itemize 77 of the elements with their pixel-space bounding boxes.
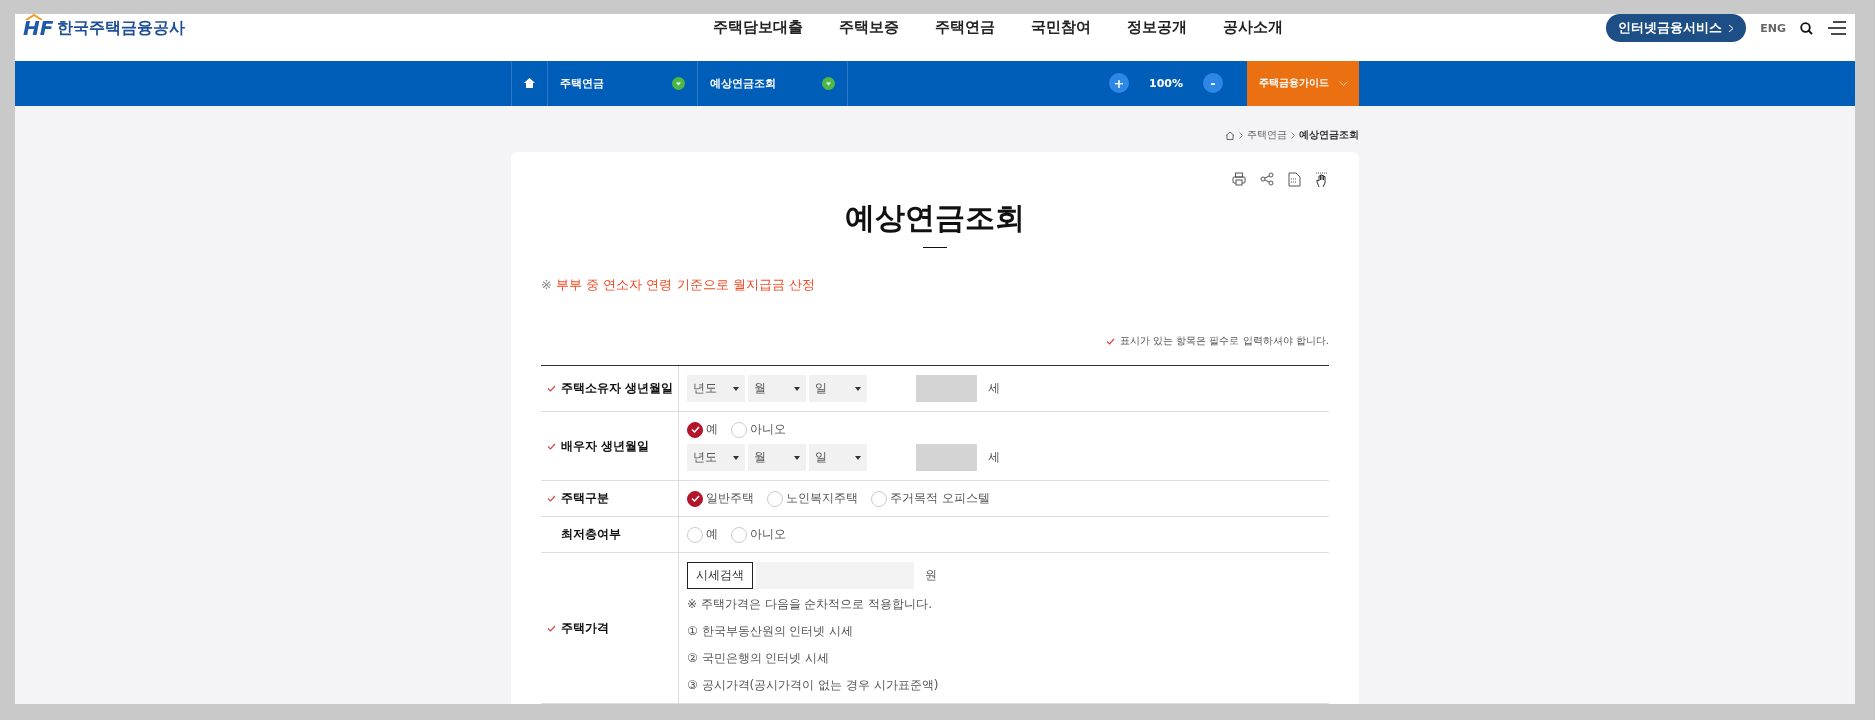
search-price-button[interactable]: 시세검색: [687, 562, 753, 589]
chevron-icon: [1291, 131, 1295, 139]
zoom-in-button[interactable]: +: [1109, 73, 1129, 94]
select-field[interactable]: 년도: [687, 444, 745, 471]
check-icon: [1105, 337, 1115, 345]
share-icon[interactable]: [1260, 172, 1274, 186]
search-icon[interactable]: [1800, 21, 1813, 35]
field-label: 주택가격: [561, 619, 609, 637]
price-note: ② 국민은행의 인터넷 시세: [687, 650, 831, 667]
home-icon[interactable]: [524, 78, 535, 89]
logo-text[interactable]: 한국주택금융공사: [57, 17, 186, 39]
radio-button[interactable]: [687, 421, 703, 438]
chevron-icon: [1239, 131, 1243, 139]
logo-mark[interactable]: HF: [23, 16, 54, 40]
nav-link[interactable]: 주택담보대출: [713, 18, 803, 37]
check-icon: [690, 495, 700, 502]
print-icon[interactable]: [1232, 172, 1246, 186]
page-title: 예상연금조회: [844, 199, 1026, 237]
caret-icon: [733, 386, 739, 391]
check-icon: [547, 442, 556, 450]
radio-label[interactable]: 노인복지주택: [786, 490, 858, 507]
radio-label[interactable]: 예: [706, 526, 718, 543]
caret-icon: [794, 386, 800, 391]
unit-label: 세: [988, 449, 1000, 466]
notice-text: ※ 부부 중 연소자 연령 기준으로 월지급금 산정: [541, 276, 816, 294]
unit-label: 세: [988, 380, 1000, 397]
breadcrumb-link[interactable]: 주택연금: [1247, 128, 1287, 142]
price-note: ① 한국부동산원의 인터넷 시세: [687, 623, 855, 640]
check-icon: [547, 385, 556, 392]
caret-icon: [733, 455, 739, 460]
field-label: 배우자 생년월일: [561, 437, 650, 455]
radio-label[interactable]: 아니오: [750, 526, 786, 543]
language-link[interactable]: ENG: [1760, 21, 1786, 35]
select-field[interactable]: 월: [748, 375, 806, 402]
radio-label[interactable]: 주거목적 오피스텔: [890, 490, 990, 507]
price-note: ※ 주택가격은 다음을 순차적으로 적용합니다.: [687, 596, 934, 613]
field-label: 주택구분: [561, 490, 609, 507]
caret-icon: [855, 455, 861, 460]
location-label[interactable]: 주택연금: [560, 75, 604, 91]
menu-icon[interactable]: [1827, 21, 1847, 35]
radio-label[interactable]: 예: [706, 421, 718, 438]
select-field[interactable]: 일: [809, 375, 867, 402]
check-icon: [690, 426, 700, 433]
check-icon: [547, 495, 556, 502]
unit-label: 원: [925, 567, 937, 584]
chevron-icon: [1728, 23, 1735, 33]
zoom-out-button[interactable]: -: [1203, 73, 1223, 94]
nav-link[interactable]: 정보공개: [1127, 18, 1187, 37]
internet-service-button[interactable]: 인터넷금융서비스: [1606, 14, 1747, 42]
breadcrumb-link[interactable]: 예상연금조회: [1299, 128, 1359, 142]
dropdown-icon[interactable]: [822, 76, 835, 90]
select-field[interactable]: 월: [748, 444, 806, 471]
radio-button[interactable]: [687, 490, 703, 507]
caret-icon: [794, 455, 800, 460]
age-field: [916, 444, 977, 471]
age-field: [916, 375, 977, 402]
nav-link[interactable]: 주택연금: [935, 18, 995, 37]
nav-link[interactable]: 공사소개: [1223, 18, 1283, 37]
nav-link[interactable]: 주택보증: [839, 18, 899, 37]
hand-icon[interactable]: [1315, 172, 1329, 188]
price-note: ③ 공시가격(공시가격이 없는 경우 시가표준액): [687, 677, 940, 694]
check-icon: [547, 624, 556, 632]
document-icon[interactable]: [1288, 172, 1301, 187]
field-label: 최저층여부: [561, 526, 621, 543]
location-label[interactable]: 예상연금조회: [710, 75, 776, 91]
required-note: 표시가 있는 항목은 필수로 입력하셔야 합니다.: [1119, 334, 1329, 348]
caret-icon: [855, 386, 861, 391]
zoom-level: 100%: [1148, 76, 1184, 90]
field-label: 주택소유자 생년월일: [561, 380, 674, 397]
nav-link[interactable]: 국민참여: [1031, 18, 1091, 37]
dropdown-icon[interactable]: [672, 76, 685, 90]
radio-label[interactable]: 아니오: [750, 421, 786, 438]
chevron-down-icon: [1338, 80, 1348, 86]
radio-label[interactable]: 일반주택: [706, 490, 754, 507]
select-field[interactable]: 년도: [687, 375, 745, 402]
select-field[interactable]: 일: [809, 444, 867, 471]
home-icon[interactable]: [1225, 130, 1235, 140]
